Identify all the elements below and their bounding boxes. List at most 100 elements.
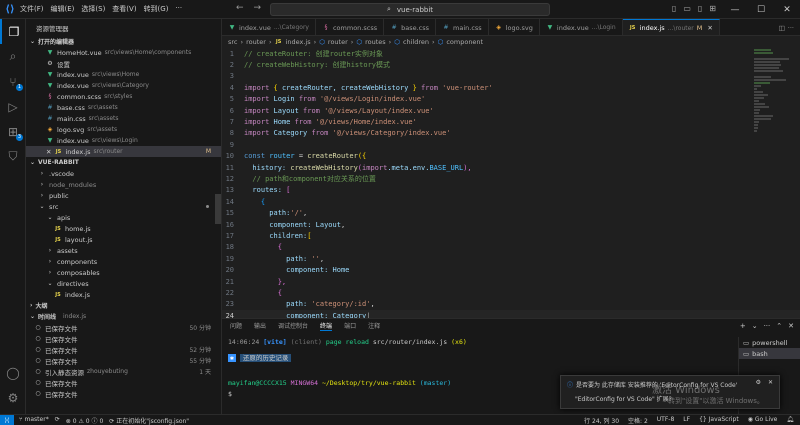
tree-item[interactable]: › assets (26, 245, 221, 256)
project-header[interactable]: ⌄ VUE-RABBIT (26, 157, 221, 168)
explorer-icon[interactable]: ❐ (0, 19, 26, 44)
panel-tab[interactable]: 输出 (254, 321, 266, 330)
timeline-item[interactable]: ○ 已保存文件 (26, 333, 221, 344)
remote-icon[interactable]: ⟩⟨ (0, 414, 14, 425)
add-terminal-icon[interactable]: + (740, 322, 746, 330)
open-editor-item[interactable]: § common.scss src\styles (26, 91, 221, 102)
open-editor-item[interactable]: ▼ index.vue src\views\Home (26, 69, 221, 80)
tree-item[interactable]: ⌄ apis (26, 212, 221, 223)
editor-tab[interactable]: ◈ logo.svg (489, 19, 540, 35)
problems-item[interactable]: ⊗ 0 ⚠ 0 ⓘ 0 (66, 416, 104, 425)
forward-arrow-icon[interactable]: → (254, 3, 262, 13)
menu-item[interactable]: 选择(S) (81, 4, 105, 14)
encoding[interactable]: UTF-8 (657, 416, 675, 425)
split-editor-icon[interactable]: ◫ (779, 24, 785, 32)
tree-item[interactable]: JS layout.js (26, 234, 221, 245)
timeline-header[interactable]: ⌄ 时间线 index.js (26, 311, 221, 322)
extensions-icon[interactable]: ⊞ 3 (0, 119, 26, 144)
account-icon[interactable]: ◯ (0, 360, 26, 385)
breadcrumb-item[interactable]: src (228, 38, 238, 46)
open-editor-item[interactable]: ◈ logo.svg src\assets (26, 124, 221, 135)
more-actions-icon[interactable]: ··· (788, 24, 794, 32)
panel-tab[interactable]: 注释 (368, 321, 380, 330)
close-icon[interactable]: ✕ (768, 379, 773, 386)
toggle-panel-icon[interactable]: ▭ (683, 4, 691, 13)
timeline-item[interactable]: ○ 已保存文件 (26, 388, 221, 399)
editor-tab[interactable]: § common.scss (316, 19, 385, 35)
go-live-button[interactable]: ◉ Go Live (748, 416, 778, 425)
gear-icon[interactable]: ⚙ (756, 379, 761, 386)
editor-tab[interactable]: ▼ index.vue ...\Login (540, 19, 623, 35)
breadcrumb-item[interactable]: router (328, 38, 348, 46)
breadcrumb-item[interactable]: router (246, 38, 266, 46)
toggle-secondary-sidebar-icon[interactable]: ▯ (698, 4, 702, 13)
tree-item[interactable]: › node_modules (26, 179, 221, 190)
timeline-item[interactable]: ○ 已保存文件 55 分钟 (26, 355, 221, 366)
branch-item[interactable]: ⑂ master* (19, 416, 49, 425)
breadcrumb-item[interactable]: component (446, 38, 483, 46)
sidebar-scrollbar[interactable] (215, 194, 221, 224)
maximize-icon[interactable]: ☐ (748, 0, 774, 19)
open-editor-item[interactable]: # base.css src\assets (26, 102, 221, 113)
tree-item[interactable]: ⌄ src (26, 201, 221, 212)
indentation[interactable]: 空格: 2 (628, 416, 648, 425)
chevron-down-icon[interactable]: ⌄ (752, 322, 758, 330)
open-editor-item[interactable]: ▼ index.vue src\views\Category (26, 80, 221, 91)
close-window-icon[interactable]: ✕ (774, 0, 800, 19)
tree-item[interactable]: JS home.js (26, 223, 221, 234)
menu-item[interactable]: 文件(F) (20, 4, 44, 14)
panel-tab[interactable]: 问题 (230, 321, 242, 330)
terminal-list-item[interactable]: ▭ powershell (739, 337, 800, 348)
menu-item[interactable]: 编辑(E) (51, 4, 75, 14)
sync-icon[interactable]: ⟳ (55, 416, 60, 425)
search-icon[interactable]: ⌕ (0, 44, 26, 69)
editor-tab[interactable]: # main.css (436, 19, 489, 35)
terminal-list-item[interactable]: ▭ bash (739, 348, 800, 359)
source-control-icon[interactable]: ⑂ 1 (0, 69, 26, 94)
open-editor-item[interactable]: # main.css src\assets (26, 113, 221, 124)
customize-layout-icon[interactable]: ⊞ (709, 4, 716, 13)
panel-tab[interactable]: 端口 (344, 321, 356, 330)
editor-tab[interactable]: # base.css (384, 19, 437, 35)
close-icon[interactable]: ✕ (707, 24, 712, 32)
open-editor-item[interactable]: ⚙ 设置 (26, 58, 221, 69)
editor-tab[interactable]: JS index.js ...\router M ✕ (622, 19, 720, 35)
notifications-icon[interactable]: 🔔︎ (786, 416, 794, 425)
tree-item[interactable]: › .vscode (26, 168, 221, 179)
breadcrumb-item[interactable]: children (403, 38, 429, 46)
open-editor-item[interactable]: ✕ JS index.js src\router M (26, 146, 221, 157)
remote-explorer-icon[interactable]: ⛉ (0, 144, 26, 169)
tree-item[interactable]: › components (26, 256, 221, 267)
tree-item[interactable]: ⌄ directives (26, 278, 221, 289)
tree-item[interactable]: › public (26, 190, 221, 201)
timeline-item[interactable]: ○ 已保存文件 52 分钟 (26, 344, 221, 355)
back-arrow-icon[interactable]: ← (236, 3, 244, 13)
minimap[interactable] (754, 48, 794, 318)
open-editor-item[interactable]: ▼ index.vue src\views\Login (26, 135, 221, 146)
open-editor-item[interactable]: ▼ HomeHot.vue src\views\Home\components (26, 47, 221, 58)
timeline-item[interactable]: ○ 已保存文件 50 分钟 (26, 322, 221, 333)
command-center[interactable]: ⌕ vue-rabbit (270, 3, 550, 16)
timeline-item[interactable]: ○ 引入静态资源 zhouyebuting 1 天 (26, 366, 221, 377)
close-icon[interactable]: ✕ (46, 148, 51, 156)
tree-item[interactable]: › composables (26, 267, 221, 278)
more-actions-icon[interactable]: ··· (764, 322, 771, 330)
timeline-item[interactable]: ○ 已保存文件 (26, 377, 221, 388)
outline-header[interactable]: › 大纲 (26, 300, 221, 311)
menu-item[interactable]: 转到(G) (144, 4, 169, 14)
tree-item[interactable]: JS index.js (26, 289, 221, 300)
cursor-position[interactable]: 行 24, 列 30 (584, 416, 619, 425)
editor-tab[interactable]: ▼ index.vue ...\Category (222, 19, 316, 35)
minimize-icon[interactable]: — (722, 0, 748, 19)
open-editors-header[interactable]: ⌄ 打开的编辑器 (26, 36, 221, 47)
panel-tab[interactable]: 调试控制台 (278, 321, 308, 330)
code-editor[interactable]: 1 // createRouter: 创建router实例对象 2 // create… (222, 48, 800, 318)
end-of-line[interactable]: LF (683, 416, 690, 425)
run-debug-icon[interactable]: ▷ (0, 94, 26, 119)
panel-tab[interactable]: 终端 (320, 321, 333, 331)
close-panel-icon[interactable]: ✕ (788, 322, 794, 330)
toggle-sidebar-icon[interactable]: ▯ (672, 4, 676, 13)
language-mode[interactable]: {} JavaScript (699, 416, 739, 425)
breadcrumb-item[interactable]: routes (365, 38, 386, 46)
breadcrumb-item[interactable]: index.js (286, 38, 311, 46)
